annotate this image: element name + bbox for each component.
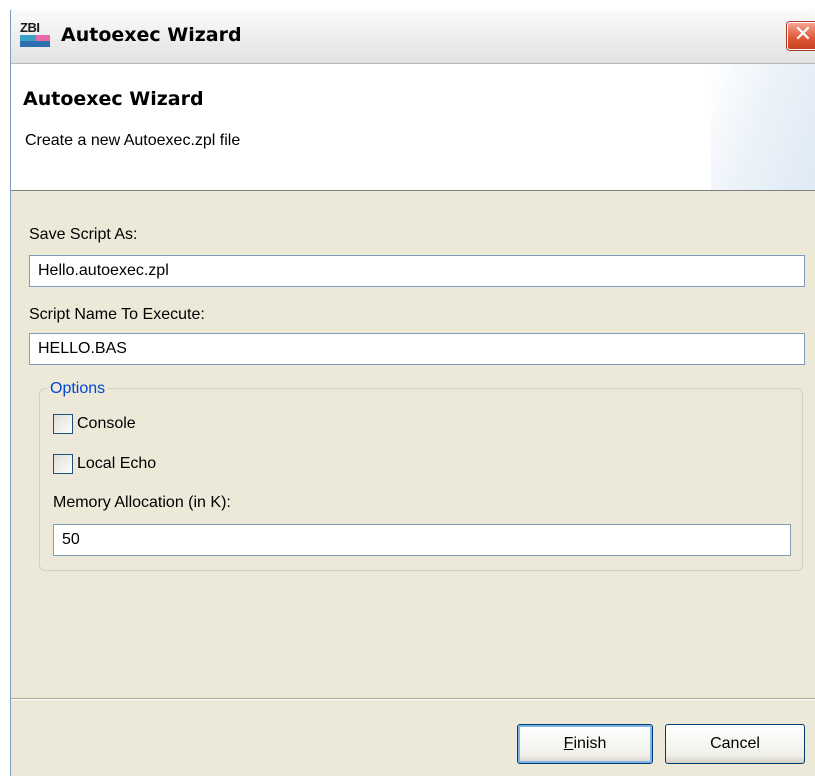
cancel-button[interactable]: Cancel: [665, 724, 805, 764]
memory-allocation-input[interactable]: 50: [53, 524, 791, 556]
options-legend: Options: [47, 380, 109, 398]
zbi-logo-icon: ZBI: [19, 20, 51, 48]
button-bar-separator: [11, 698, 815, 700]
finish-label: inish: [573, 735, 607, 752]
title-bar[interactable]: ZBI Autoexec Wizard ✕: [11, 10, 815, 64]
wizard-header: Autoexec Wizard Create a new Autoexec.zp…: [11, 64, 815, 191]
header-decoration: [711, 64, 815, 190]
local-echo-checkbox-row[interactable]: Local Echo: [53, 454, 213, 476]
save-script-input[interactable]: Hello.autoexec.zpl: [29, 255, 805, 287]
save-script-label: Save Script As:: [29, 226, 138, 243]
console-checkbox[interactable]: [53, 414, 73, 434]
close-button[interactable]: ✕: [787, 22, 815, 50]
console-label: Console: [77, 415, 136, 432]
script-name-label: Script Name To Execute:: [29, 306, 205, 323]
finish-mnemonic: F: [563, 735, 574, 752]
finish-button[interactable]: Finish: [517, 724, 653, 764]
page-title: Autoexec Wizard: [23, 88, 204, 110]
memory-allocation-label: Memory Allocation (in K):: [53, 494, 231, 511]
script-name-input[interactable]: HELLO.BAS: [29, 333, 805, 365]
close-icon: ✕: [793, 22, 813, 47]
logo-text: ZBI: [20, 20, 40, 35]
window-title: Autoexec Wizard: [61, 24, 242, 46]
page-description: Create a new Autoexec.zpl file: [25, 132, 241, 149]
console-checkbox-row[interactable]: Console: [53, 414, 213, 436]
wizard-window: ZBI Autoexec Wizard ✕ Autoexec Wizard Cr…: [10, 10, 815, 776]
local-echo-checkbox[interactable]: [53, 454, 73, 474]
local-echo-label: Local Echo: [77, 455, 157, 472]
